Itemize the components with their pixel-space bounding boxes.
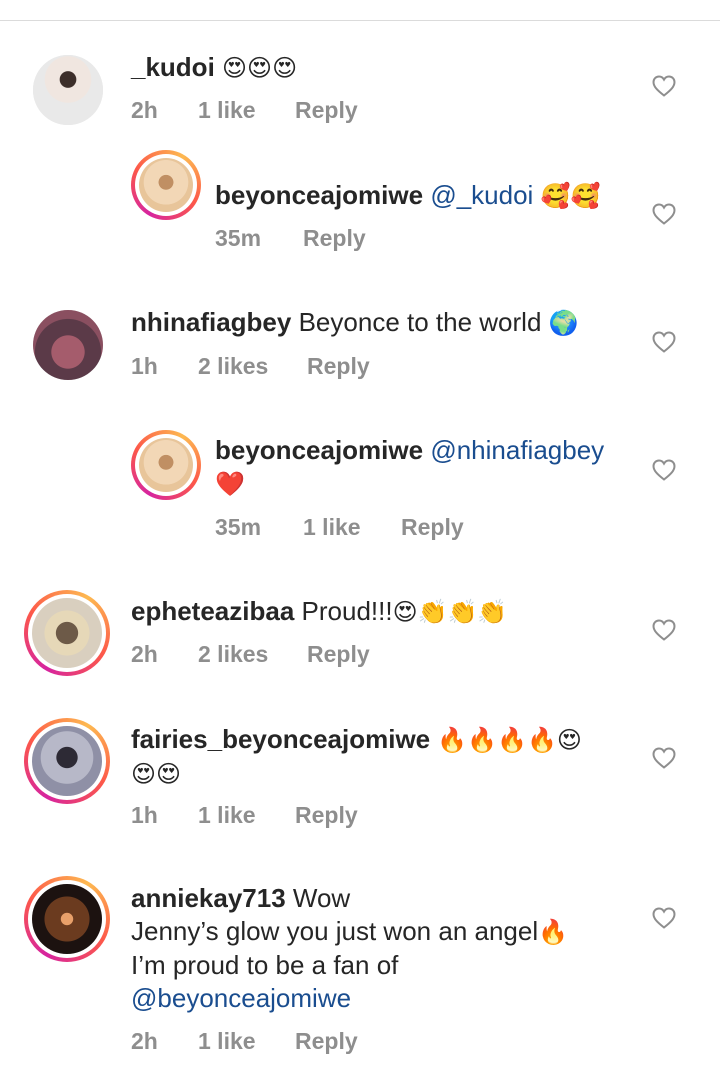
emoji: 😍😍😍 bbox=[222, 54, 298, 82]
mention-link[interactable]: @_kudoi bbox=[430, 180, 533, 210]
avatar[interactable] bbox=[24, 876, 110, 962]
mention-link[interactable]: @beyonceajomiwe bbox=[131, 983, 351, 1013]
emoji: 😍😍 bbox=[131, 760, 182, 788]
comment-meta: 1h 2 likes Reply bbox=[131, 353, 370, 380]
likes-count[interactable]: 2 likes bbox=[198, 641, 307, 668]
comment-meta: 35m Reply bbox=[215, 225, 366, 252]
heart-icon[interactable] bbox=[651, 905, 677, 931]
comment-time: 2h bbox=[131, 1028, 158, 1054]
comment-time: 2h bbox=[131, 641, 158, 667]
username[interactable]: beyonceajomiwe bbox=[215, 180, 423, 210]
username[interactable]: _kudoi bbox=[131, 52, 215, 82]
comment-body: Proud!!! bbox=[301, 596, 393, 626]
reply-button[interactable]: Reply bbox=[307, 353, 370, 380]
comment-text: epheteazibaa Proud!!!😍👏👏👏 bbox=[131, 595, 507, 629]
reply-button[interactable]: Reply bbox=[307, 641, 370, 668]
comment-body: Beyonce to the world bbox=[298, 307, 542, 337]
reply-button[interactable]: Reply bbox=[295, 1028, 358, 1055]
avatar[interactable] bbox=[24, 590, 110, 676]
emoji: ❤️ bbox=[215, 470, 245, 498]
reply-button[interactable]: Reply bbox=[401, 514, 464, 541]
comment-text: _kudoi 😍😍😍 bbox=[131, 51, 297, 85]
comment-time: 35m bbox=[215, 225, 262, 251]
emoji: 😍👏👏👏 bbox=[392, 598, 508, 626]
username[interactable]: anniekay713 bbox=[131, 883, 286, 913]
username[interactable]: fairies_beyonceajomiwe bbox=[131, 724, 430, 754]
comment-time: 1h bbox=[131, 802, 158, 828]
avatar[interactable] bbox=[33, 310, 103, 380]
emoji: 🌍 bbox=[548, 309, 579, 337]
comment-time: 2h bbox=[131, 97, 158, 123]
comment-text: nhinafiagbey Beyonce to the world 🌍 bbox=[131, 306, 579, 340]
heart-icon[interactable] bbox=[651, 201, 677, 227]
comment-text: anniekay713 Wow Jenny’s glow you just wo… bbox=[131, 882, 631, 1015]
emoji: 🔥🔥🔥🔥😍 bbox=[437, 726, 582, 754]
emoji: 🔥 bbox=[538, 918, 569, 946]
username[interactable]: beyonceajomiwe bbox=[215, 435, 423, 465]
likes-count[interactable]: 1 like bbox=[303, 514, 401, 541]
comment-meta: 2h 1 like Reply bbox=[131, 1028, 358, 1055]
avatar[interactable] bbox=[24, 718, 110, 804]
comment-meta: 2h 1 like Reply bbox=[131, 97, 358, 124]
reply-button[interactable]: Reply bbox=[303, 225, 366, 252]
likes-count[interactable]: 2 likes bbox=[198, 353, 307, 380]
likes-count[interactable]: 1 like bbox=[198, 802, 295, 829]
comment-body-line: Jenny’s glow you just won an angel bbox=[131, 916, 539, 946]
emoji: 🥰🥰 bbox=[540, 182, 601, 210]
heart-icon[interactable] bbox=[651, 329, 677, 355]
likes-count[interactable]: 1 like bbox=[198, 1028, 295, 1055]
comment-meta: 2h 2 likes Reply bbox=[131, 641, 370, 668]
comment-text: fairies_beyonceajomiwe 🔥🔥🔥🔥😍 😍😍 bbox=[131, 723, 631, 791]
comment-time: 35m bbox=[215, 514, 262, 540]
mention-link[interactable]: @nhinafiagbey bbox=[430, 435, 604, 465]
divider bbox=[0, 20, 720, 21]
reply-button[interactable]: Reply bbox=[295, 802, 358, 829]
heart-icon[interactable] bbox=[651, 617, 677, 643]
avatar[interactable] bbox=[131, 430, 201, 500]
comment-body: Wow bbox=[292, 883, 351, 913]
username[interactable]: nhinafiagbey bbox=[131, 307, 291, 337]
heart-icon[interactable] bbox=[651, 73, 677, 99]
reply-button[interactable]: Reply bbox=[295, 97, 358, 124]
comment-text: beyonceajomiwe @nhinafiagbey ❤️ bbox=[215, 434, 635, 501]
comment-time: 1h bbox=[131, 353, 158, 379]
comment-meta: 1h 1 like Reply bbox=[131, 802, 358, 829]
heart-icon[interactable] bbox=[651, 457, 677, 483]
heart-icon[interactable] bbox=[651, 745, 677, 771]
comment-body-line: I’m proud to be a fan of bbox=[131, 950, 399, 980]
comment-meta: 35m 1 like Reply bbox=[215, 514, 464, 541]
avatar[interactable] bbox=[33, 55, 103, 125]
likes-count[interactable]: 1 like bbox=[198, 97, 295, 124]
username[interactable]: epheteazibaa bbox=[131, 596, 294, 626]
avatar[interactable] bbox=[131, 150, 201, 220]
comment-text: beyonceajomiwe @_kudoi 🥰🥰 bbox=[215, 179, 600, 213]
